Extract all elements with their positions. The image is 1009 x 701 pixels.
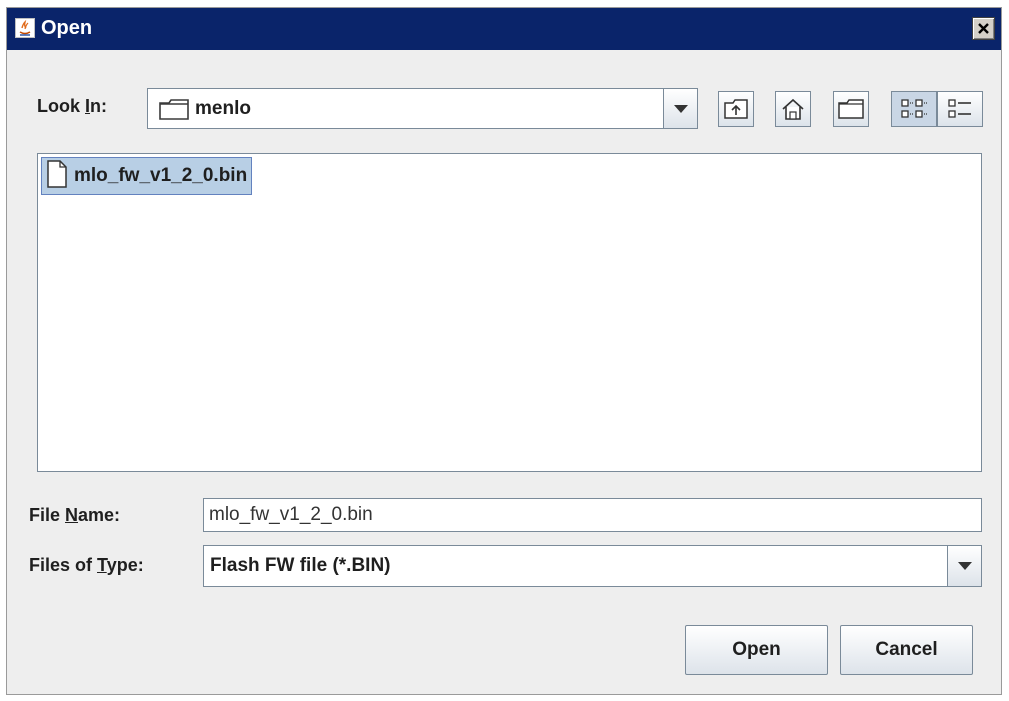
home-icon — [782, 98, 804, 120]
files-of-type-combobox[interactable]: Flash FW file (*.BIN) — [203, 545, 982, 587]
title-bar[interactable]: Open — [7, 8, 1001, 50]
list-view-button[interactable] — [891, 91, 937, 127]
open-dialog: Open Look In: menlo mlo_fw_v1_2_0.bin Fi… — [6, 7, 1002, 695]
files-of-type-value: Flash FW file (*.BIN) — [210, 555, 391, 576]
look-in-combobox[interactable]: menlo — [147, 88, 698, 129]
chevron-down-icon — [957, 562, 972, 570]
list-item[interactable]: mlo_fw_v1_2_0.bin — [41, 157, 253, 195]
files-of-type-dropdown-button[interactable] — [947, 546, 981, 586]
window-title: Open — [41, 17, 93, 39]
file-list[interactable]: mlo_fw_v1_2_0.bin — [37, 153, 982, 472]
file-icon — [46, 159, 68, 193]
details-view-icon — [948, 99, 971, 118]
look-in-dropdown-button[interactable] — [663, 89, 697, 128]
file-name-field[interactable]: mlo_fw_v1_2_0.bin — [203, 498, 982, 532]
look-in-label: Look In: — [37, 96, 108, 116]
close-button[interactable] — [972, 17, 995, 40]
new-folder-button[interactable] — [833, 91, 869, 127]
file-name-text: mlo_fw_v1_2_0.bin — [74, 165, 248, 186]
up-one-level-button[interactable] — [718, 91, 754, 127]
cancel-button[interactable]: Cancel — [840, 625, 973, 675]
files-of-type-label: Files of Type: — [29, 555, 144, 575]
file-name-label: File Name: — [29, 505, 121, 525]
folder-icon — [159, 99, 189, 125]
look-in-value: menlo — [195, 97, 251, 119]
java-app-icon — [15, 18, 35, 38]
chevron-down-icon — [673, 104, 688, 113]
details-view-button[interactable] — [937, 91, 983, 127]
open-button[interactable]: Open — [685, 625, 828, 675]
home-button[interactable] — [775, 91, 811, 127]
up-one-level-icon — [724, 99, 748, 119]
list-view-icon — [901, 99, 927, 118]
close-icon — [978, 23, 989, 34]
new-folder-icon — [838, 99, 864, 119]
